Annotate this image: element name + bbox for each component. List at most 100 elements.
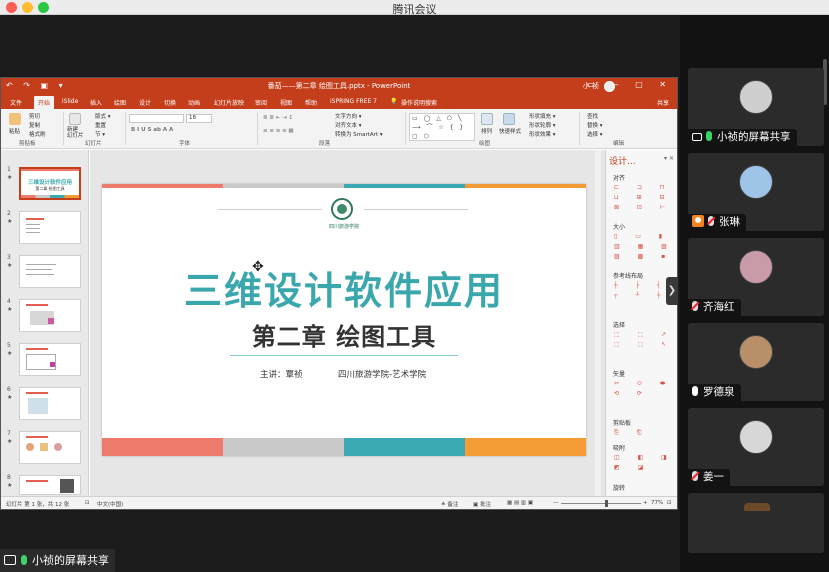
zoom-out-button[interactable]: — bbox=[553, 500, 559, 506]
slide-number: 7 bbox=[7, 430, 11, 437]
slide-subtitle[interactable]: 第二章 绘图工具 bbox=[102, 317, 586, 352]
star-icon: ★ bbox=[7, 306, 13, 313]
tab-draw[interactable]: 绘图 bbox=[114, 98, 126, 107]
participant-tile[interactable]: 罗德泉 bbox=[688, 323, 824, 401]
new-slide-icon[interactable] bbox=[69, 113, 81, 125]
find-button[interactable]: 查找 bbox=[587, 112, 598, 120]
screen-share-label: 小祯的屏幕共享 bbox=[0, 549, 115, 572]
format-painter-button[interactable]: 格式刷 bbox=[29, 130, 46, 138]
avatar bbox=[739, 420, 773, 454]
copy-button[interactable]: 复制 bbox=[29, 121, 40, 129]
font-name-box[interactable] bbox=[129, 114, 184, 123]
notes-button[interactable]: ≜ 备注 bbox=[441, 500, 458, 508]
star-icon: ★ bbox=[7, 438, 13, 445]
bottom-bar-orange bbox=[465, 438, 586, 456]
shapes-gallery[interactable]: ▭ ◯ △ ⬠ ╲ ⟶ ⌒ ☆ { } ▢ ⬡ bbox=[409, 113, 475, 141]
tab-slideshow[interactable]: 幻灯片放映 bbox=[214, 98, 244, 107]
vector-tools[interactable]: ✂ ⬭ ⬬ ⟲ ⟳ bbox=[614, 379, 673, 399]
align-tools[interactable]: ⊏ ⊐ ⊓ ⊔ ⊞ ⊟ ⊠ ⊡ ⊢ bbox=[614, 183, 673, 213]
slide-thumbnail-2[interactable] bbox=[19, 211, 81, 244]
slide-thumbnails-pane[interactable]: 1 ★ 三维设计软件应用 第二章 绘图工具 2 ★ 3 ★ 4 ★ 5 ★ 6 … bbox=[1, 150, 89, 496]
select-tools[interactable]: ⬚ ⬚ ↗ ⬚ ⬚ ↖ bbox=[614, 330, 674, 350]
collapse-panel-button[interactable]: ❯ bbox=[666, 277, 678, 305]
fit-slide-icon[interactable]: ⊡ bbox=[667, 500, 672, 506]
slide-thumbnail-8[interactable] bbox=[19, 475, 81, 495]
shape-fill-button[interactable]: 形状填充 ▾ bbox=[529, 112, 556, 120]
paste-button[interactable]: 粘贴 bbox=[9, 127, 20, 135]
tab-ispring[interactable]: iSPRING FREE 7 bbox=[330, 98, 377, 105]
shape-effects-button[interactable]: 形状效果 ▾ bbox=[529, 130, 556, 138]
text-direction-button[interactable]: 文字方向 ▾ bbox=[335, 112, 362, 120]
zoom-slider-thumb[interactable] bbox=[605, 500, 608, 507]
zoom-slider[interactable] bbox=[561, 503, 641, 504]
slide-canvas[interactable]: 四川旅游学院 三维设计软件应用 第二章 绘图工具 主讲：覃祯 四川旅游学院-艺术… bbox=[90, 150, 605, 496]
tab-help[interactable]: 帮助 bbox=[305, 98, 317, 107]
ribbon-separator bbox=[125, 112, 126, 145]
quick-styles-icon[interactable] bbox=[503, 113, 515, 125]
section-button[interactable]: 节 ▾ bbox=[95, 130, 105, 138]
snap-tools[interactable]: ◫ ◧ ◨ ◩ ◪ bbox=[614, 453, 675, 473]
participant-tile[interactable] bbox=[688, 493, 824, 553]
slide-thumbnail-4[interactable] bbox=[19, 299, 81, 332]
view-buttons[interactable]: ▦ ▤ ▥ ▣ bbox=[507, 500, 533, 506]
font-size-box[interactable]: 18 bbox=[186, 114, 212, 123]
font-format-buttons[interactable]: B I U S ab A A bbox=[131, 127, 173, 133]
tab-design[interactable]: 设计 bbox=[139, 98, 151, 107]
size-tools[interactable]: ▯ ▭ ▮ ▥ ▦ ▧ ▨ ▩ ▪ bbox=[614, 232, 675, 262]
tell-me-search[interactable]: 操作说明搜索 bbox=[401, 98, 437, 107]
accessibility-icon[interactable]: ⊡ bbox=[85, 500, 90, 506]
participant-tile[interactable]: 齐海红 bbox=[688, 238, 824, 316]
slide-lecturer[interactable]: 主讲：覃祯 bbox=[260, 368, 303, 380]
guide-tools[interactable]: ┼ ├ ┤ ┬ ┴ ┼ bbox=[614, 281, 669, 301]
comments-button[interactable]: ▣ 批注 bbox=[473, 500, 491, 508]
quick-styles-button[interactable]: 快速样式 bbox=[499, 127, 521, 135]
participant-tile[interactable]: 姜一 bbox=[688, 408, 824, 486]
tab-view[interactable]: 视图 bbox=[280, 98, 292, 107]
shape-outline-button[interactable]: 形状轮廓 ▾ bbox=[529, 121, 556, 129]
clipboard-tools[interactable]: ⎘ ⎗ bbox=[614, 428, 650, 438]
tab-transitions[interactable]: 切换 bbox=[164, 98, 176, 107]
reset-button[interactable]: 重置 bbox=[95, 121, 106, 129]
tab-islide[interactable]: iSlide bbox=[62, 98, 78, 105]
slide-thumbnail-7[interactable] bbox=[19, 431, 81, 464]
tab-insert[interactable]: 插入 bbox=[90, 98, 102, 107]
alignment-buttons[interactable]: ≡ ≡ ≡ ≡ ▦ bbox=[263, 128, 294, 134]
canvas-scrollbar[interactable] bbox=[595, 150, 601, 496]
ribbon-home: 粘贴 剪切 复制 格式刷 剪贴板 新建 幻灯片 版式 ▾ 重置 节 ▾ 幻灯片 … bbox=[1, 109, 677, 149]
share-button[interactable]: 共享 bbox=[657, 98, 669, 107]
new-slide-button[interactable]: 新建 幻灯片 bbox=[67, 127, 84, 139]
mic-muted-icon bbox=[708, 216, 714, 226]
arrange-button[interactable]: 排列 bbox=[481, 127, 492, 135]
zoom-in-button[interactable]: + bbox=[643, 500, 648, 506]
paste-icon[interactable] bbox=[9, 113, 21, 125]
tab-animations[interactable]: 动画 bbox=[188, 98, 200, 107]
slide-thumbnail-5[interactable] bbox=[19, 343, 81, 376]
slide-thumbnail-6[interactable] bbox=[19, 387, 81, 420]
select-button[interactable]: 选择 ▾ bbox=[587, 130, 603, 138]
language-indicator[interactable]: 中文(中国) bbox=[97, 500, 123, 508]
avatar bbox=[739, 250, 773, 284]
arrange-icon[interactable] bbox=[481, 113, 493, 125]
close-icon[interactable]: ▾ ✕ bbox=[664, 155, 674, 162]
smartart-button[interactable]: 转换为 SmartArt ▾ bbox=[335, 130, 383, 138]
layout-button[interactable]: 版式 ▾ bbox=[95, 112, 111, 120]
participant-label: 罗德泉 bbox=[688, 384, 741, 401]
tab-file[interactable]: 文件 bbox=[10, 98, 22, 107]
zoom-level[interactable]: 77% bbox=[651, 500, 663, 506]
current-slide[interactable]: 四川旅游学院 三维设计软件应用 第二章 绘图工具 主讲：覃祯 四川旅游学院-艺术… bbox=[102, 184, 586, 456]
replace-button[interactable]: 替换 ▾ bbox=[587, 121, 603, 129]
slide-thumbnail-1[interactable]: 三维设计软件应用 第二章 绘图工具 bbox=[19, 167, 81, 200]
cut-button[interactable]: 剪切 bbox=[29, 112, 40, 120]
section-rotate: 旋转 bbox=[613, 485, 626, 492]
slide-thumbnail-3[interactable] bbox=[19, 255, 81, 288]
participant-tile[interactable]: 小祯的屏幕共享 bbox=[688, 68, 824, 146]
tab-review[interactable]: 审阅 bbox=[255, 98, 267, 107]
tab-home[interactable]: 开始 bbox=[34, 96, 55, 109]
window-controls[interactable]: ▭ — ▢ ✕ bbox=[587, 80, 673, 89]
school-logo-text: 四川旅游学院 bbox=[328, 224, 359, 230]
slide-school[interactable]: 四川旅游学院-艺术学院 bbox=[338, 368, 426, 380]
slide-title[interactable]: 三维设计软件应用 bbox=[102, 260, 586, 315]
paragraph-buttons[interactable]: ≣ ≣ ⇤ ⇥ ↕ bbox=[263, 115, 293, 121]
participant-tile[interactable]: 张琳 bbox=[688, 153, 824, 231]
align-text-button[interactable]: 对齐文本 ▾ bbox=[335, 121, 362, 129]
